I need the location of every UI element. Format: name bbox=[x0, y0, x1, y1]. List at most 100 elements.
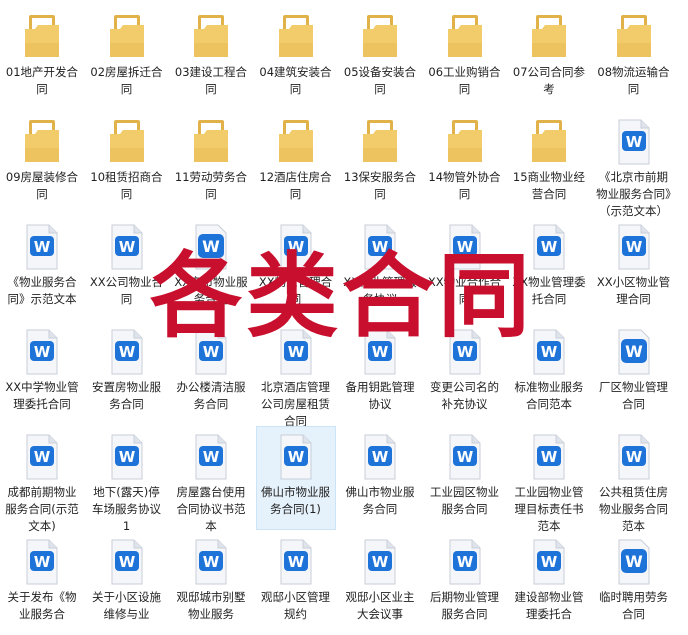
word-document-icon: W bbox=[192, 433, 230, 481]
folder-item[interactable]: 11劳动劳务合同 bbox=[171, 111, 251, 215]
file-item[interactable]: W 成都前期物业服务合同(示范文本) bbox=[2, 426, 82, 533]
file-item[interactable]: W 办公楼清洁服务合同 bbox=[171, 321, 251, 425]
svg-text:W: W bbox=[625, 448, 642, 466]
item-label: 03建设工程合同 bbox=[174, 65, 248, 96]
word-document-icon: W bbox=[108, 538, 146, 586]
file-item[interactable]: W 佛山市物业服务合同 bbox=[340, 426, 420, 530]
svg-text:W: W bbox=[372, 343, 389, 361]
svg-text:W: W bbox=[625, 238, 642, 256]
item-label: 工业园区物业服务合同 bbox=[430, 485, 499, 516]
file-item[interactable]: W XX物业管理合同 bbox=[256, 216, 336, 320]
folder-icon bbox=[277, 13, 315, 61]
svg-text:W: W bbox=[202, 237, 220, 256]
folder-icon bbox=[192, 118, 230, 166]
file-item[interactable]: W 备用钥匙管理协议 bbox=[340, 321, 420, 425]
folder-item[interactable]: 05设备安装合同 bbox=[340, 6, 420, 110]
item-label: 公共租赁住房物业服务合同范本 bbox=[599, 485, 668, 533]
folder-item[interactable]: 04建筑安装合同 bbox=[256, 6, 336, 110]
svg-text:W: W bbox=[287, 448, 304, 466]
item-label: XX小区物业管理合同 bbox=[596, 275, 671, 306]
svg-text:W: W bbox=[118, 238, 135, 256]
file-item[interactable]: W XX京市物业服务合同 bbox=[171, 216, 251, 320]
file-item[interactable]: W 佛山市物业服务合同(1) bbox=[255, 426, 336, 530]
file-item[interactable]: W 《北京市前期物业服务合同》（示范文本） bbox=[594, 111, 674, 218]
file-item[interactable]: W XX中学物业管理委托合同 bbox=[2, 321, 82, 425]
folder-item[interactable]: 01地产开发合同 bbox=[2, 6, 82, 110]
file-item[interactable]: W XX公司物业合同 bbox=[87, 216, 167, 320]
word-document-icon: W bbox=[530, 538, 568, 586]
word-document-icon: W bbox=[23, 328, 61, 376]
file-item[interactable]: W XX小区物业管理合同 bbox=[594, 216, 674, 320]
folder-item[interactable]: 03建设工程合同 bbox=[171, 6, 251, 110]
folder-item[interactable]: 12酒店住房合同 bbox=[256, 111, 336, 215]
file-item[interactable]: W 临时聘用劳务合同 bbox=[594, 531, 674, 635]
file-item[interactable]: W 观邸小区管理规约 bbox=[256, 531, 336, 635]
folder-item[interactable]: 09房屋装修合同 bbox=[2, 111, 82, 215]
word-document-icon: W bbox=[361, 223, 399, 271]
word-document-icon: W bbox=[108, 328, 146, 376]
file-item[interactable]: W 建设部物业管理委托合 bbox=[509, 531, 589, 635]
word-document-icon: W bbox=[615, 223, 653, 271]
file-item[interactable]: W 工业园区物业服务合同 bbox=[425, 426, 505, 530]
svg-text:W: W bbox=[541, 343, 558, 361]
item-label: XX京市物业服务合同 bbox=[174, 275, 248, 306]
folder-item[interactable]: 07公司合同参考 bbox=[509, 6, 589, 110]
file-item[interactable]: W 厂区物业管理合同 bbox=[594, 321, 674, 425]
item-label: 10租赁招商合同 bbox=[90, 170, 163, 201]
wps-writer-icon: W bbox=[615, 328, 653, 376]
folder-item[interactable]: 10租赁招商合同 bbox=[87, 111, 167, 215]
svg-text:W: W bbox=[203, 553, 220, 571]
item-label: 建设部物业管理委托合 bbox=[514, 590, 584, 621]
word-document-icon: W bbox=[446, 223, 484, 271]
folder-item[interactable]: 06工业购销合同 bbox=[425, 6, 505, 110]
file-item[interactable]: W XX物业管理委托合同 bbox=[509, 216, 589, 320]
svg-text:W: W bbox=[456, 238, 473, 256]
item-label: 地下(露天)停车场服务协议1 bbox=[92, 485, 161, 533]
folder-item[interactable]: 13保安服务合同 bbox=[340, 111, 420, 215]
item-label: 《北京市前期物业服务合同》（示范文本） bbox=[596, 170, 671, 218]
item-label: 厂区物业管理合同 bbox=[599, 380, 668, 411]
word-document-icon: W bbox=[192, 328, 230, 376]
file-item[interactable]: W 工业园物业管理目标责任书范本 bbox=[509, 426, 589, 533]
file-item[interactable]: W 标准物业服务合同范本 bbox=[509, 321, 589, 425]
svg-text:W: W bbox=[34, 343, 51, 361]
folder-icon bbox=[530, 13, 568, 61]
svg-text:W: W bbox=[372, 448, 389, 466]
file-item[interactable]: W 后期物业管理服务合同 bbox=[425, 531, 505, 635]
word-document-icon: W bbox=[277, 433, 315, 481]
file-item[interactable]: W 观邸城市别墅物业服务 bbox=[171, 531, 251, 635]
svg-text:W: W bbox=[625, 342, 643, 361]
folder-item[interactable]: 02房屋拆迁合同 bbox=[87, 6, 167, 110]
file-item[interactable]: W 地下(露天)停车场服务协议1 bbox=[87, 426, 167, 533]
folder-item[interactable]: 15商业物业经营合同 bbox=[509, 111, 589, 215]
word-document-icon: W bbox=[615, 118, 653, 166]
file-item[interactable]: W 关于发布《物业服务合 bbox=[2, 531, 82, 635]
item-label: 12酒店住房合同 bbox=[259, 170, 332, 201]
folder-item[interactable]: 14物管外协合同 bbox=[425, 111, 505, 215]
item-label: 06工业购销合同 bbox=[428, 65, 501, 96]
file-item[interactable]: W XX物业合作合同 bbox=[425, 216, 505, 320]
file-item[interactable]: W 关于小区设施维修与业 bbox=[87, 531, 167, 635]
folder-icon bbox=[446, 118, 484, 166]
file-item[interactable]: W 观邸小区业主大会议事 bbox=[340, 531, 420, 635]
file-item[interactable]: W 公共租赁住房物业服务合同范本 bbox=[594, 426, 674, 533]
item-label: 标准物业服务合同范本 bbox=[514, 380, 584, 411]
svg-text:W: W bbox=[118, 553, 135, 571]
file-item[interactable]: W XX物业管理服务协议 bbox=[340, 216, 420, 320]
file-item[interactable]: W 《物业服务合同》示范文本 bbox=[2, 216, 82, 320]
word-document-icon: W bbox=[530, 433, 568, 481]
item-label: 观邸城市别墅物业服务 bbox=[176, 590, 246, 621]
folder-item[interactable]: 08物流运输合同 bbox=[594, 6, 674, 110]
word-document-icon: W bbox=[361, 328, 399, 376]
svg-text:W: W bbox=[456, 448, 473, 466]
svg-text:W: W bbox=[118, 343, 135, 361]
file-item[interactable]: W 房屋露台使用合同协议书范本 bbox=[171, 426, 251, 533]
file-item[interactable]: W 安置房物业服务合同 bbox=[87, 321, 167, 425]
word-document-icon: W bbox=[23, 223, 61, 271]
word-document-icon: W bbox=[446, 538, 484, 586]
svg-text:W: W bbox=[541, 238, 558, 256]
file-item[interactable]: W 北京酒店管理公司房屋租赁合同 bbox=[256, 321, 336, 428]
word-document-icon: W bbox=[277, 538, 315, 586]
file-item[interactable]: W 变更公司名的补充协议 bbox=[425, 321, 505, 425]
item-label: XX公司物业合同 bbox=[89, 275, 164, 306]
